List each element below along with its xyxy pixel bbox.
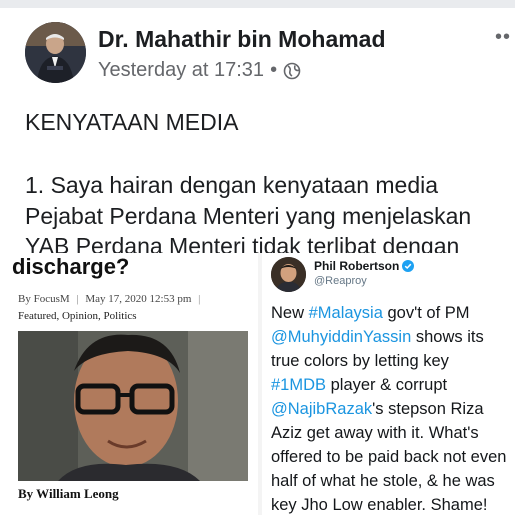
post-body-line: Pejabat Perdana Menteri yang menjelaskan: [25, 203, 472, 229]
tweet-text-line: half of what he stole, & he was: [271, 469, 515, 493]
article-title[interactable]: discharge?: [12, 254, 129, 280]
mention-link[interactable]: @NajibRazak: [271, 400, 372, 418]
public-globe-icon: [283, 62, 301, 79]
verified-badge-icon: [402, 260, 415, 272]
tweet-text-segment: offered to be paid back not even: [271, 448, 507, 466]
tweet-text-line: true colors by letting key: [271, 349, 515, 373]
tweet-text-segment: New: [271, 304, 309, 322]
mention-link[interactable]: @MuhyiddinYassin: [271, 328, 411, 346]
article-author: By William Leong: [18, 486, 119, 501]
facebook-post: Dr. Mahathir bin Mohamad Yesterday at 17…: [0, 0, 515, 253]
tweet-text-line: Aziz get away with it. What's: [271, 421, 515, 445]
article-categories[interactable]: Featured, Opinion, Politics: [18, 310, 137, 322]
tweet-card: Phil Robertson @Reaproy New #Malaysia go…: [262, 253, 515, 515]
tweet-text-line: @MuhyiddinYassin shows its: [271, 325, 515, 349]
tweet-text-line: offered to be paid back not even: [271, 445, 515, 469]
more-options-icon[interactable]: ••: [495, 26, 511, 49]
post-body-line: YAB Perdana Menteri tidak terlibat denga…: [25, 233, 460, 253]
tweet-author-name[interactable]: Phil Robertson: [314, 259, 415, 273]
post-body-line: 1. Saya hairan dengan kenyataan media: [25, 172, 439, 198]
tweet-text-segment: true colors by letting key: [271, 352, 449, 370]
tweet-text-line: #1MDB player & corrupt: [271, 373, 515, 397]
tweet-text-segment: Aziz get away with it. What's: [271, 424, 479, 442]
tweet-text-segment: player & corrupt: [326, 376, 448, 394]
tweet-text-segment: gov't of PM: [382, 304, 470, 322]
post-meta: Yesterday at 17:31 •: [98, 59, 301, 82]
tweet-text-segment: 's stepson Riza: [372, 400, 484, 418]
author-avatar[interactable]: [25, 22, 86, 83]
article-byline: By FocusM | May 17, 2020 12:53 pm |: [18, 293, 204, 305]
tweet-author-handle[interactable]: @Reaproy: [314, 275, 367, 287]
top-divider: [0, 0, 515, 8]
hashtag-link[interactable]: #1MDB: [271, 376, 326, 394]
tweet-text-line: key Jho Low enabler. Shame!: [271, 493, 515, 515]
byline-separator: |: [76, 293, 79, 305]
tweet-author-avatar[interactable]: [271, 257, 306, 292]
tweet-text-segment: shows its: [411, 328, 484, 346]
tweet-author-name-text: Phil Robertson: [314, 259, 400, 273]
tweet-text-segment: key Jho Low enabler. Shame!: [271, 496, 488, 514]
post-heading: KENYATAAN MEDIA: [25, 109, 239, 135]
meta-separator: •: [270, 59, 278, 81]
hashtag-link[interactable]: #Malaysia: [309, 304, 383, 322]
post-timestamp[interactable]: Yesterday at 17:31: [98, 59, 264, 82]
byline-separator: |: [198, 293, 201, 305]
author-name[interactable]: Dr. Mahathir bin Mohamad: [98, 26, 386, 53]
tweet-text-line: @NajibRazak's stepson Riza: [271, 397, 515, 421]
tweet-text-segment: half of what he stole, & he was: [271, 472, 495, 490]
article-source[interactable]: By FocusM: [18, 293, 70, 305]
tweet-text-line: New #Malaysia gov't of PM: [271, 301, 515, 325]
tweet-text: New #Malaysia gov't of PM @MuhyiddinYassi…: [271, 301, 515, 515]
news-article: discharge? By FocusM | May 17, 2020 12:5…: [0, 253, 258, 515]
article-photo: [18, 331, 248, 481]
article-date: May 17, 2020 12:53 pm: [85, 293, 192, 305]
